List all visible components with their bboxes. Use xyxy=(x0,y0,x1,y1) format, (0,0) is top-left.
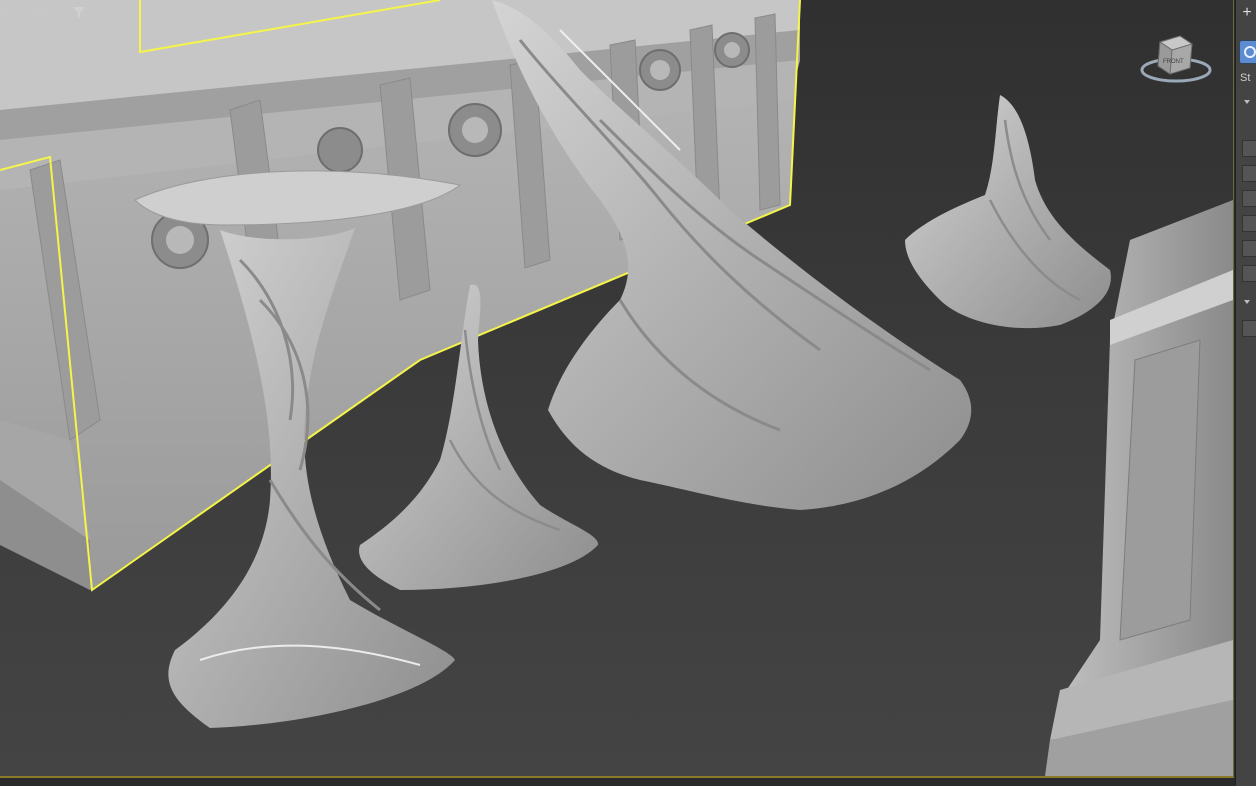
rollout-collapse-icon[interactable] xyxy=(1244,100,1250,104)
scene-render xyxy=(0,0,1233,776)
command-panel: + St xyxy=(1235,0,1256,786)
panel-button-1[interactable] xyxy=(1242,140,1256,157)
filter-icon[interactable] xyxy=(72,5,86,19)
viewport-shading-label[interactable]: ault Shading ] xyxy=(0,4,67,16)
geometry-sphere-button[interactable] xyxy=(1239,40,1256,64)
viewcube-face-label: FRONT xyxy=(1163,59,1184,65)
panel-button-3[interactable] xyxy=(1242,190,1256,207)
panel-button-4[interactable] xyxy=(1242,215,1256,232)
panel-button-7[interactable] xyxy=(1242,320,1256,337)
panel-button-6[interactable] xyxy=(1242,265,1256,282)
3d-viewport[interactable]: ault Shading ] FRONT xyxy=(0,0,1234,778)
status-strip xyxy=(0,778,1235,786)
fluid-column-4 xyxy=(905,95,1111,329)
create-tab-button[interactable]: + xyxy=(1238,4,1256,22)
panel-button-2[interactable] xyxy=(1242,165,1256,182)
viewcube-icon[interactable]: FRONT xyxy=(1140,30,1220,90)
rollout-collapse-icon-2[interactable] xyxy=(1244,300,1250,304)
panel-dropdown-label[interactable]: St xyxy=(1240,72,1250,84)
panel-button-5[interactable] xyxy=(1242,240,1256,257)
